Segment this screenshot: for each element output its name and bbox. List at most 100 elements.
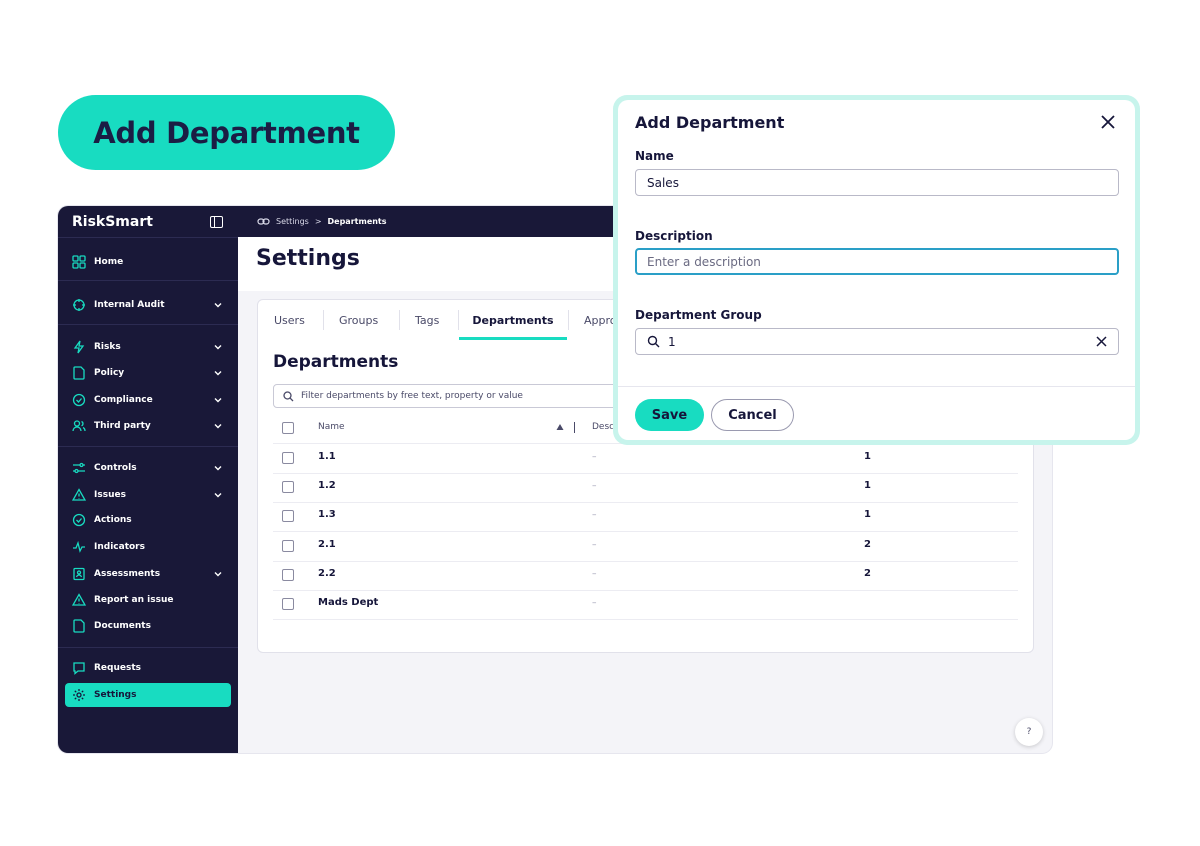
link-icon xyxy=(257,218,270,225)
sidebar-item-issues[interactable]: Issues xyxy=(65,483,231,507)
row-divider xyxy=(273,619,1018,620)
add-department-hero-button[interactable]: Add Department xyxy=(58,95,395,170)
chevron-down-icon[interactable] xyxy=(213,421,223,431)
row-checkbox[interactable] xyxy=(282,540,294,552)
cell-name: Mads Dept xyxy=(318,597,379,608)
sidebar-item-label: Risks xyxy=(94,342,121,352)
chevron-down-icon[interactable] xyxy=(213,342,223,352)
sidebar-item-report-an-issue[interactable]: Report an issue xyxy=(65,588,231,612)
sidebar-item-assessments[interactable]: Assessments xyxy=(65,562,231,586)
row-divider xyxy=(273,502,1018,503)
breadcrumb-separator: > xyxy=(314,217,322,226)
save-button[interactable]: Save xyxy=(635,399,704,431)
chevron-down-icon[interactable] xyxy=(213,300,223,310)
row-checkbox[interactable] xyxy=(282,598,294,610)
sidebar-divider xyxy=(58,280,238,281)
tab-groups[interactable]: Groups xyxy=(339,300,378,340)
sidebar-item-label: Controls xyxy=(94,463,137,473)
name-field[interactable]: Sales xyxy=(635,169,1119,196)
row-divider xyxy=(273,590,1018,591)
cell-description: – xyxy=(592,540,597,550)
description-field[interactable]: Enter a description xyxy=(635,248,1119,275)
tab-approvals[interactable]: Appro xyxy=(584,300,617,340)
sidebar-item-label: Actions xyxy=(94,515,132,525)
sidebar-item-home[interactable]: Home xyxy=(65,250,231,274)
department-group-select[interactable]: 1 xyxy=(635,328,1119,355)
tab-divider xyxy=(399,310,400,330)
sidebar-item-label: Third party xyxy=(94,421,151,431)
chevron-down-icon[interactable] xyxy=(213,395,223,405)
sidebar-item-internal-audit[interactable]: Internal Audit xyxy=(65,293,231,317)
sidebar: RiskSmart Home Internal Audit Risks Poli… xyxy=(58,206,238,753)
section-title: Departments xyxy=(273,352,399,372)
sidebar-item-label: Internal Audit xyxy=(94,300,165,310)
tab-users[interactable]: Users xyxy=(274,300,305,340)
row-divider xyxy=(273,561,1018,562)
sidebar-item-label: Indicators xyxy=(94,542,145,552)
sliders-icon xyxy=(72,461,86,475)
sidebar-item-label: Documents xyxy=(94,621,151,631)
document-icon xyxy=(72,619,86,633)
cell-description: – xyxy=(592,481,597,491)
sidebar-item-compliance[interactable]: Compliance xyxy=(65,388,231,412)
cell-group: 1 xyxy=(864,451,871,462)
column-header-description[interactable]: Desc xyxy=(592,422,614,432)
sidebar-item-label: Issues xyxy=(94,490,126,500)
lightning-icon xyxy=(72,340,86,354)
chevron-down-icon[interactable] xyxy=(213,368,223,378)
column-header-name[interactable]: Name xyxy=(318,422,345,432)
sort-ascending-icon[interactable] xyxy=(556,423,564,431)
check-circle-icon xyxy=(72,513,86,527)
sidebar-item-label: Assessments xyxy=(94,569,161,579)
name-label: Name xyxy=(635,149,674,163)
row-checkbox[interactable] xyxy=(282,452,294,464)
tab-tags[interactable]: Tags xyxy=(415,300,439,340)
sidebar-divider xyxy=(58,647,238,648)
chevron-down-icon[interactable] xyxy=(213,569,223,579)
sidebar-item-third-party[interactable]: Third party xyxy=(65,414,231,438)
help-button[interactable]: ? xyxy=(1015,718,1043,746)
sidebar-item-label: Home xyxy=(94,257,124,267)
sidebar-item-policy[interactable]: Policy xyxy=(65,361,231,385)
sidebar-item-indicators[interactable]: Indicators xyxy=(65,535,231,559)
select-all-checkbox[interactable] xyxy=(282,422,294,434)
sidebar-item-label: Report an issue xyxy=(94,595,174,605)
filter-placeholder: Filter departments by free text, propert… xyxy=(301,391,523,401)
dialog-footer-divider xyxy=(618,386,1135,387)
close-icon[interactable] xyxy=(1100,114,1116,130)
search-icon xyxy=(283,390,294,401)
sidebar-item-controls[interactable]: Controls xyxy=(65,456,231,480)
tab-departments[interactable]: Departments xyxy=(459,300,567,340)
sidebar-item-documents[interactable]: Documents xyxy=(65,614,231,638)
sidebar-item-label: Compliance xyxy=(94,395,153,405)
clear-icon[interactable] xyxy=(1095,335,1108,348)
row-divider xyxy=(273,473,1018,474)
tab-divider xyxy=(323,310,324,330)
document-icon xyxy=(72,366,86,380)
cancel-button[interactable]: Cancel xyxy=(711,399,794,431)
sidebar-item-actions[interactable]: Actions xyxy=(65,508,231,532)
column-resize-handle[interactable] xyxy=(574,422,575,433)
cell-description: – xyxy=(592,452,597,462)
row-checkbox[interactable] xyxy=(282,481,294,493)
sidebar-item-risks[interactable]: Risks xyxy=(65,335,231,359)
chevron-down-icon[interactable] xyxy=(213,490,223,500)
cell-description: – xyxy=(592,569,597,579)
breadcrumb-parent[interactable]: Settings xyxy=(276,217,309,226)
sidebar-item-requests[interactable]: Requests xyxy=(65,656,231,680)
check-circle-icon xyxy=(72,393,86,407)
cell-name: 1.1 xyxy=(318,451,336,462)
cell-description: – xyxy=(592,510,597,520)
pulse-icon xyxy=(72,540,86,554)
cell-name: 1.2 xyxy=(318,480,336,491)
row-checkbox[interactable] xyxy=(282,510,294,522)
description-label: Description xyxy=(635,229,713,243)
department-group-label: Department Group xyxy=(635,308,762,322)
brand-logo: RiskSmart xyxy=(72,214,153,230)
sidebar-collapse-icon[interactable] xyxy=(210,216,223,228)
sidebar-item-settings[interactable]: Settings xyxy=(65,683,231,707)
gear-icon xyxy=(72,688,86,702)
row-checkbox[interactable] xyxy=(282,569,294,581)
clipboard-icon xyxy=(72,567,86,581)
chevron-down-icon[interactable] xyxy=(213,463,223,473)
